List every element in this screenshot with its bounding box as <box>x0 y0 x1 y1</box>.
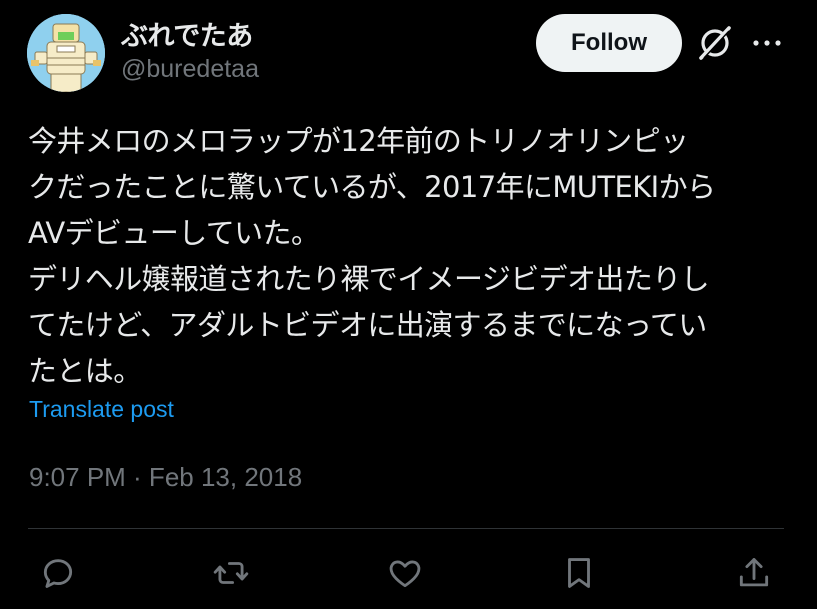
tweet-line: クだったことに驚いているが、2017年にMUTEKIから <box>28 170 716 204</box>
avatar-character-icon <box>27 14 105 92</box>
tweet-line: デリヘル嬢報道されたり裸でイメージビデオ出たりし <box>28 262 710 296</box>
like-icon <box>389 560 421 588</box>
reply-icon <box>43 559 73 588</box>
tweet-line: 今井メロのメロラップが12年前のトリノオリンピッ <box>28 124 689 158</box>
repost-icon <box>213 562 249 584</box>
repost-button[interactable] <box>210 552 252 594</box>
post-timestamp[interactable]: 9:07 PM · Feb 13, 2018 <box>29 462 302 493</box>
bookmark-icon <box>568 558 590 588</box>
author-display-name[interactable]: ぶれでたあ <box>121 14 253 53</box>
tweet-text: 今井メロのメロラップが12年前のトリノオリンピッ クだったことに驚いているが、2… <box>28 118 793 394</box>
more-icon[interactable] <box>750 30 784 56</box>
follow-button[interactable]: Follow <box>536 14 682 72</box>
tweet-line: たとは。 <box>28 354 142 388</box>
author-handle[interactable]: @buredetaa <box>121 55 259 84</box>
share-icon <box>739 558 769 587</box>
share-button[interactable] <box>733 552 775 594</box>
reply-button[interactable] <box>37 552 79 594</box>
translate-post-link[interactable]: Translate post <box>29 396 174 423</box>
bookmark-button[interactable] <box>558 552 600 594</box>
avatar[interactable] <box>27 14 105 92</box>
tweet-line: AVデビューしていた。 <box>28 216 320 250</box>
like-button[interactable] <box>384 552 426 594</box>
tweet-line: てたけど、アダルトビデオに出演するまでになってい <box>28 308 707 342</box>
grok-icon[interactable] <box>696 24 734 62</box>
divider <box>28 528 784 529</box>
